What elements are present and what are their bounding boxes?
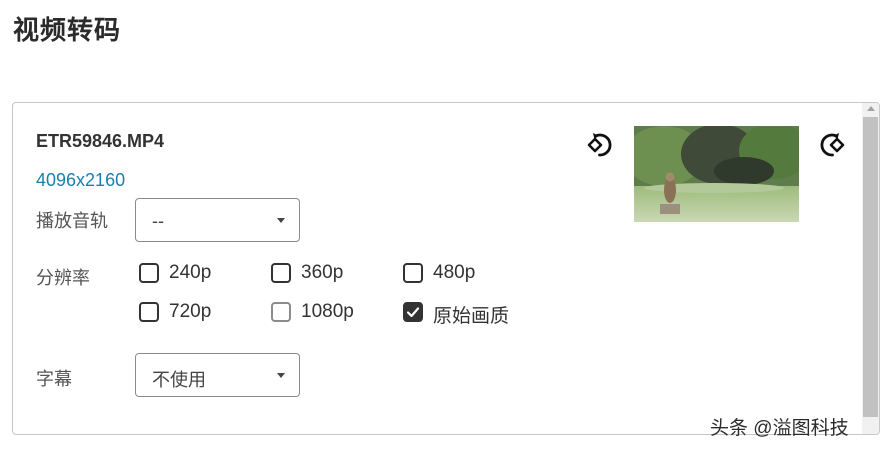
subtitle-select[interactable]: 不使用: [135, 353, 300, 397]
rotate-right-button[interactable]: [813, 127, 849, 163]
watermark-text: 头条 @溢图科技: [710, 418, 849, 439]
checkbox-icon[interactable]: [139, 263, 159, 283]
rotate-right-icon: [820, 133, 845, 157]
file-resolution: 4096x2160: [36, 170, 126, 190]
checkbox-checked-icon[interactable]: [403, 302, 423, 322]
checkbox-icon[interactable]: [271, 302, 291, 322]
video-card: ETR59846.MP4 4096x2160 播放音轨 -- 分辨率 240p …: [12, 102, 880, 435]
chevron-down-icon: [277, 218, 285, 223]
resolution-option-label: 360p: [301, 262, 344, 283]
subtitle-value: 不使用: [152, 370, 206, 390]
audio-track-select[interactable]: --: [135, 198, 300, 242]
resolution-option-label: 1080p: [301, 301, 354, 322]
checkbox-icon[interactable]: [139, 302, 159, 322]
chevron-down-icon: [277, 373, 285, 378]
rotate-left-button[interactable]: [583, 127, 619, 163]
resolution-option-label: 720p: [169, 301, 212, 322]
audio-track-label: 播放音轨: [36, 211, 108, 231]
checkmark-icon: [406, 307, 420, 318]
scroll-up-icon[interactable]: [867, 106, 875, 111]
page-title: 视频转码: [13, 15, 122, 45]
rotate-left-icon: [587, 133, 612, 157]
subtitle-label: 字幕: [36, 369, 72, 389]
file-name: ETR59846.MP4: [36, 131, 165, 151]
resolution-option-label: 240p: [169, 262, 212, 283]
checkbox-icon[interactable]: [403, 263, 423, 283]
checkbox-icon[interactable]: [271, 263, 291, 283]
audio-track-value: --: [152, 211, 164, 231]
resolution-label: 分辨率: [36, 268, 90, 288]
scrollbar[interactable]: [862, 103, 879, 434]
resolution-option-label: 480p: [433, 262, 476, 283]
scrollbar-thumb[interactable]: [863, 117, 878, 417]
resolution-option-label: 原始画质: [433, 306, 510, 327]
video-thumbnail-image: [634, 126, 799, 222]
video-thumbnail: [634, 126, 799, 222]
